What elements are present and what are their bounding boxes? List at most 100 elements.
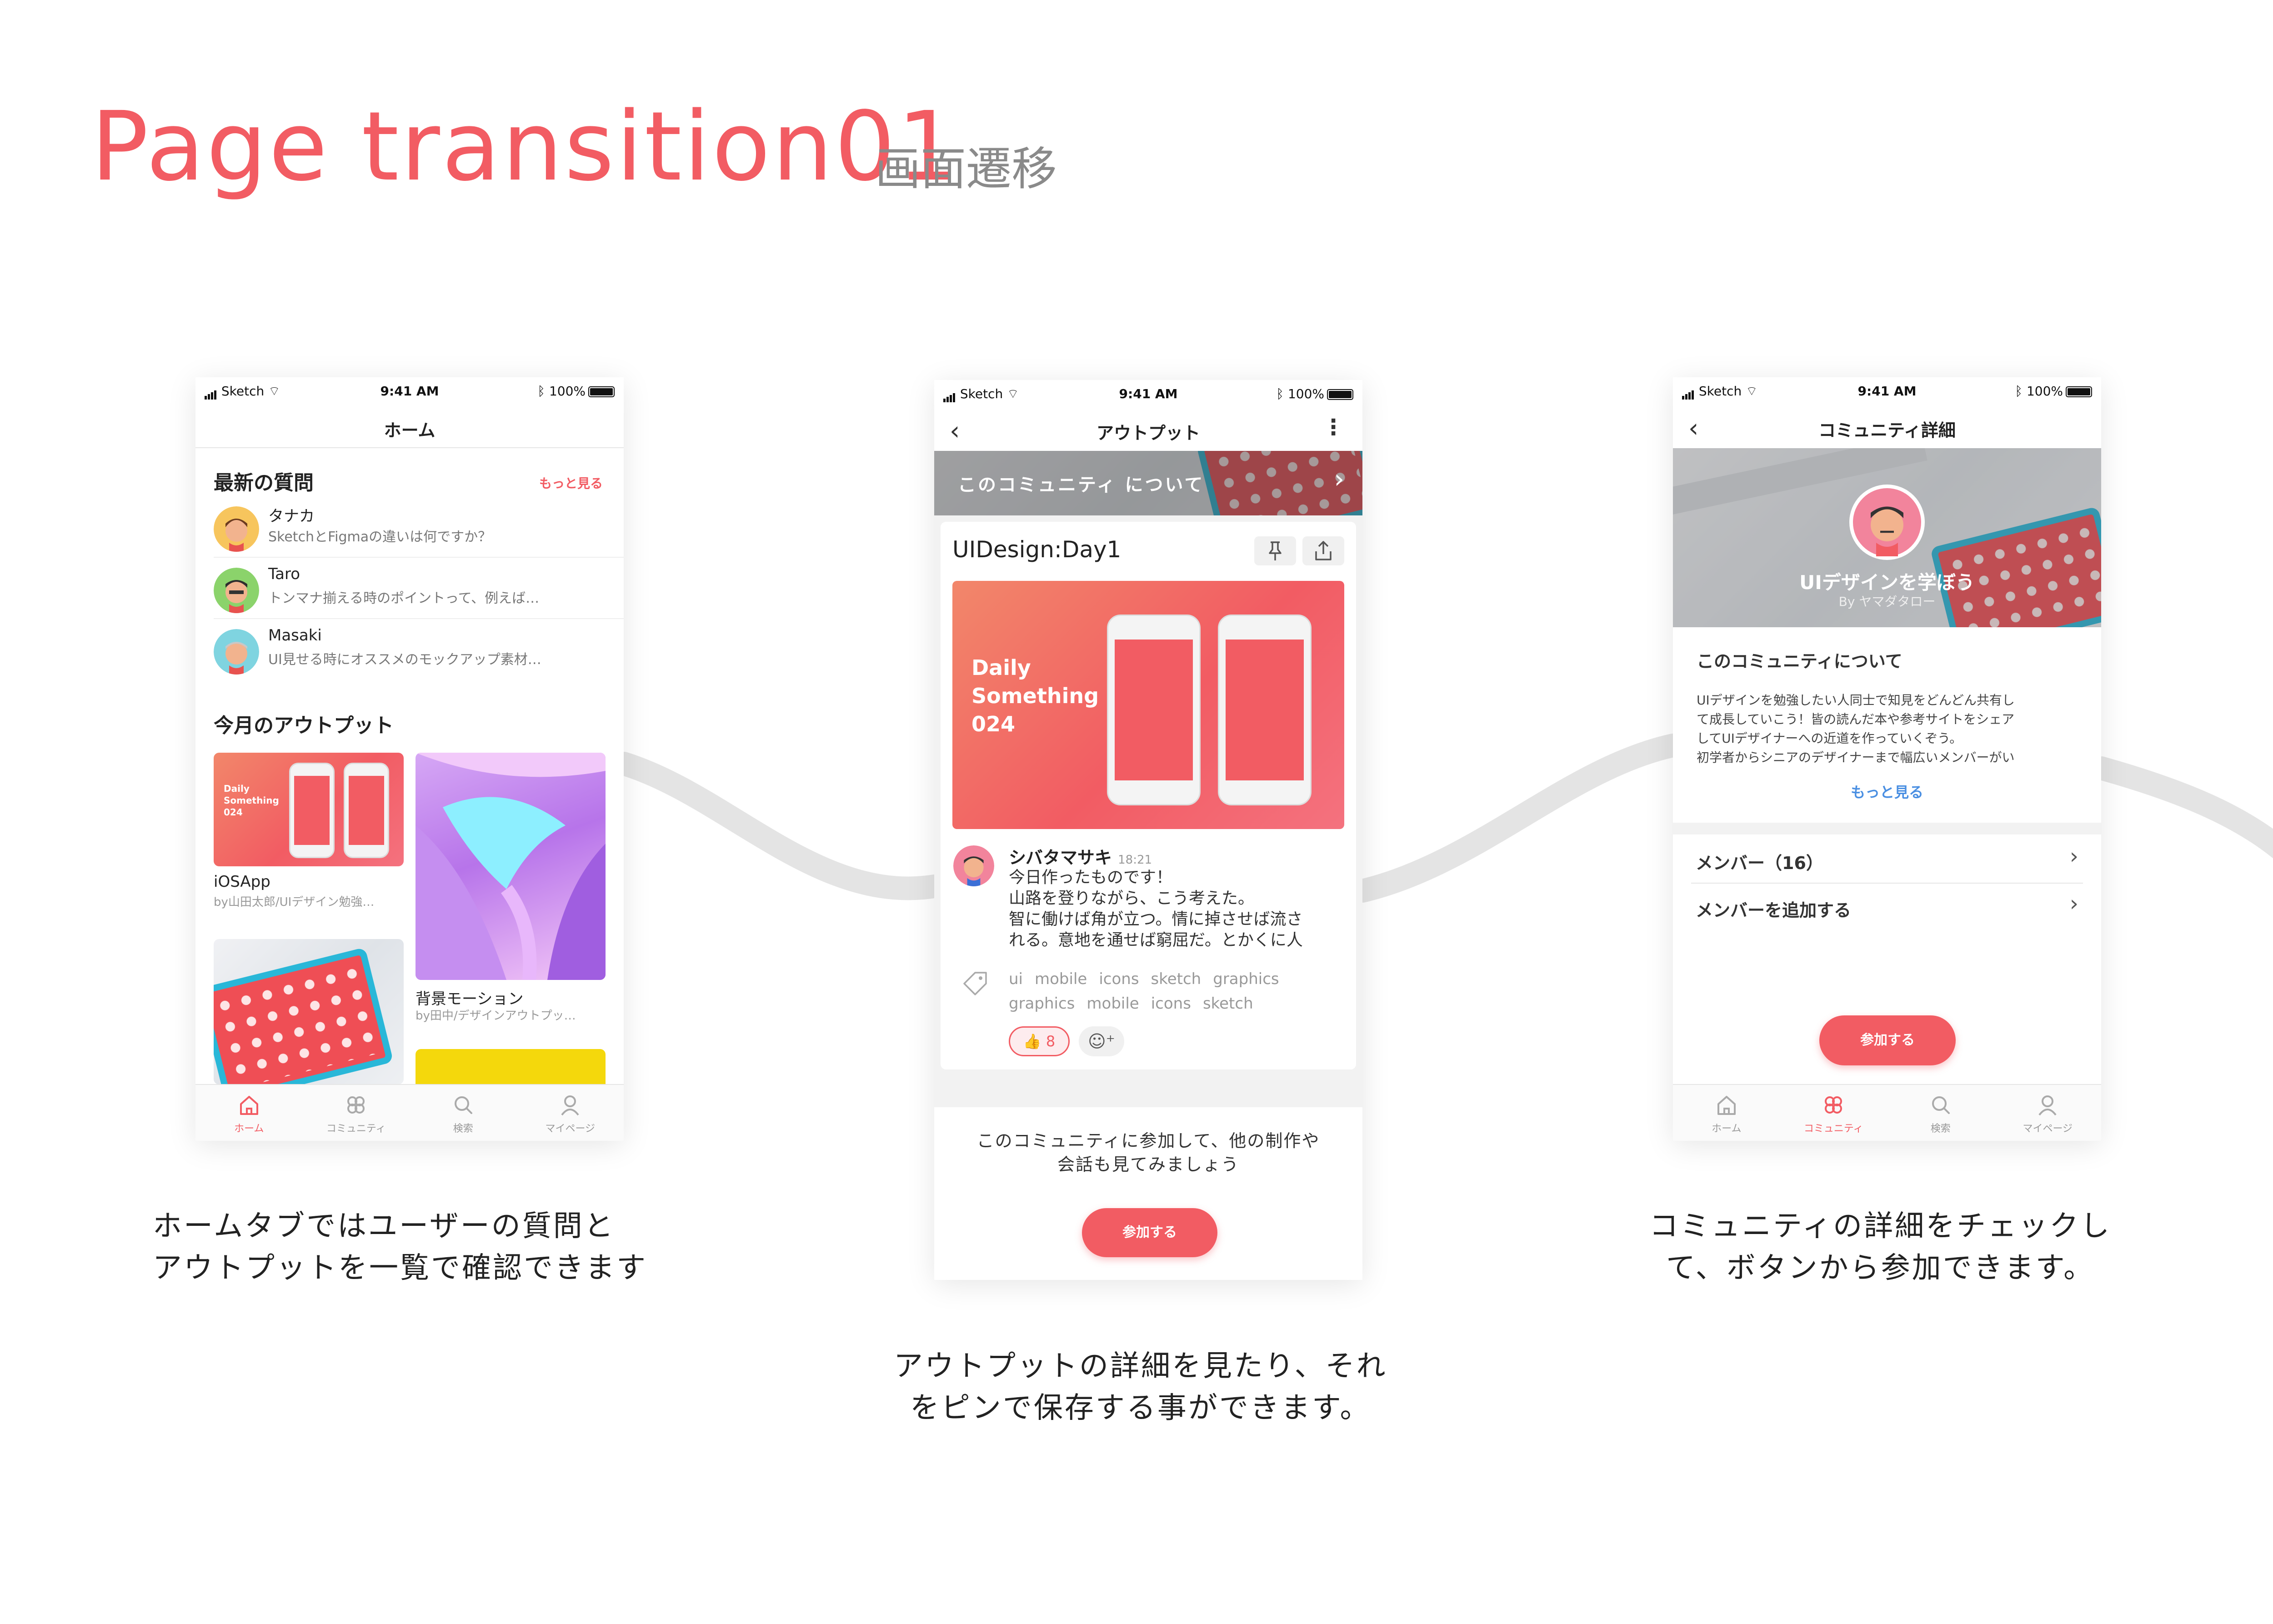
tag[interactable]: icons [1099, 970, 1139, 988]
bluetooth-icon: ᛒ [1276, 386, 1284, 401]
page-title: Page transition01 [91, 91, 960, 202]
phone-mockup [289, 763, 335, 858]
question-author: Taro [268, 565, 300, 583]
community-owner: By ヤマダタロー [1838, 594, 1936, 609]
bluetooth-icon: ᛒ [2015, 384, 2023, 399]
output-card[interactable] [214, 939, 404, 1084]
output-title: iOSApp [214, 873, 270, 891]
community-icon [347, 1096, 365, 1114]
question-author: Masaki [268, 626, 322, 645]
question-author: タナカ [268, 507, 315, 525]
phone-mockup [344, 763, 389, 858]
join-button[interactable]: 参加する [1082, 1208, 1217, 1257]
about-more-link[interactable]: もっと見る [1673, 781, 2101, 802]
nav-title: アウトプット [1096, 423, 1200, 443]
tag[interactable]: sketch [1151, 970, 1202, 988]
questions-title: 最新の質問 [214, 471, 314, 495]
join-button[interactable]: 参加する [1819, 1015, 1956, 1065]
tab-search[interactable]: 検索 [410, 1085, 517, 1141]
battery-icon [2066, 386, 2092, 397]
tag[interactable]: graphics [1009, 994, 1075, 1013]
post-card: UIDesign:Day1 Daily Something 024 シバタマサキ… [941, 522, 1356, 1069]
community-icon [1825, 1096, 1842, 1114]
tab-home[interactable]: ホーム [195, 1085, 303, 1141]
question-text: トンマナ揃える時のポイントって、例えば… [268, 590, 540, 606]
phone-mockup [1107, 615, 1201, 805]
status-bar: Sketch ⌔ 9:41 AM ᛒ 100% [934, 380, 1362, 405]
tab-mypage[interactable]: マイページ [517, 1085, 624, 1141]
thumbs-up-icon: 👍 [1023, 1033, 1041, 1050]
nav-bar: ‹ コミュニティ詳細 [1673, 403, 2101, 448]
community-header: UIデザインを学ぼう By ヤマダタロー [1673, 448, 2101, 627]
status-bar: Sketch ⌔ 9:41 AM ᛒ 100% [195, 377, 624, 403]
tab-bar: ホーム コミュニティ 検索 マイページ [195, 1084, 624, 1141]
phone-mockup [1218, 615, 1312, 805]
tag[interactable]: icons [1151, 994, 1191, 1013]
caption-home: ホームタブではユーザーの質問と アウトプットを一覧で確認できます [153, 1209, 647, 1285]
more-vertical-icon[interactable]: ⋮ [1322, 415, 1344, 440]
community-avatar [1849, 485, 1925, 560]
output-sub: by田中/デザインアウトプッ… [416, 1009, 576, 1023]
question-item[interactable]: タナカ SketchとFigmaの違いは何ですか？ [214, 496, 624, 558]
avatar [214, 506, 259, 552]
join-text: このコミュニティに参加して、他の制作や 会話も見てみましょう [976, 1131, 1320, 1174]
output-sub: by山田太郎/UIデザイン勉強… [214, 895, 375, 909]
output-card[interactable] [416, 753, 606, 980]
tablet-photo [214, 947, 394, 1084]
community-banner[interactable]: このコミュニティ について › [934, 451, 1362, 515]
tab-community[interactable]: コミュニティ [303, 1085, 410, 1141]
question-text: UI見せる時にオススメのモックアップ素材… [268, 652, 541, 668]
add-emoji-icon: ☺⁺ [1088, 1031, 1115, 1051]
search-icon [454, 1096, 472, 1114]
share-button[interactable] [1302, 536, 1344, 565]
status-bar: Sketch ⌔ 9:41 AM ᛒ 100% [1673, 377, 2101, 403]
tab-community[interactable]: コミュニティ [1780, 1085, 1887, 1141]
post-author: シバタマサキ [1009, 848, 1112, 868]
caption-output: アウトプットの詳細を見たり、それ をピンで保存する事ができます。 [894, 1349, 1387, 1425]
output-screen: Sketch ⌔ 9:41 AM ᛒ 100% ‹ アウトプット ⋮ このコミュ… [934, 380, 1362, 1280]
tag[interactable]: ui [1009, 970, 1023, 988]
like-button[interactable]: 👍 8 [1009, 1026, 1070, 1056]
tag[interactable]: mobile [1086, 994, 1139, 1013]
banner-text: このコミュニティ について [958, 475, 1205, 495]
questions-more-link[interactable]: もっと見る [539, 474, 603, 492]
post-title: UIDesign:Day1 [952, 536, 1121, 563]
battery-icon [588, 386, 615, 397]
chevron-right-icon: › [2069, 844, 2078, 869]
tag[interactable]: mobile [1035, 970, 1087, 988]
avatar [214, 568, 259, 613]
search-icon [1932, 1096, 1950, 1114]
join-panel: このコミュニティに参加して、他の制作や 会話も見てみましょう 参加する [934, 1107, 1362, 1280]
question-item[interactable]: Masaki UI見せる時にオススメのモックアップ素材… [214, 619, 624, 680]
tab-search[interactable]: 検索 [1887, 1085, 1994, 1141]
tag[interactable]: graphics [1213, 970, 1279, 988]
output-card[interactable]: Daily Something 024 [214, 753, 404, 866]
add-member-row[interactable]: メンバーを追加する › [1691, 884, 2083, 934]
members-row[interactable]: メンバー（16） › [1691, 834, 2083, 884]
outputs-title: 今月のアウトプット [214, 714, 394, 737]
pin-icon [1269, 541, 1282, 560]
members-label: メンバー（16） [1696, 853, 1823, 873]
tab-mypage[interactable]: マイページ [1994, 1085, 2102, 1141]
pin-button[interactable] [1254, 536, 1296, 565]
tag-icon [963, 972, 987, 995]
community-name: UIデザインを学ぼう [1799, 571, 1975, 594]
post-hero-image: Daily Something 024 [952, 581, 1344, 829]
user-icon [2038, 1095, 2057, 1116]
add-member-label: メンバーを追加する [1696, 900, 1852, 920]
tab-home[interactable]: ホーム [1673, 1085, 1780, 1141]
output-title: 背景モーション [416, 990, 524, 1008]
home-screen: Sketch ⌔ 9:41 AM ᛒ 100% ホーム 最新の質問 もっと見る … [195, 377, 624, 1141]
community-screen: Sketch ⌔ 9:41 AM ᛒ 100% ‹ コミュニティ詳細 UIデザイ… [1673, 377, 2101, 1141]
tab-bar: ホーム コミュニティ 検索 マイページ [1673, 1084, 2101, 1141]
tag[interactable]: sketch [1203, 994, 1253, 1013]
add-reaction-button[interactable]: ☺⁺ [1079, 1026, 1124, 1056]
question-list: タナカ SketchとFigmaの違いは何ですか？ Taro トンマナ揃える時の… [195, 496, 624, 680]
tag-list: graphics mobile icons sketch [1009, 994, 1265, 1013]
nav-title: ホーム [384, 420, 436, 440]
question-item[interactable]: Taro トンマナ揃える時のポイントって、例えば… [214, 558, 624, 619]
avatar [953, 845, 994, 886]
caption-community: コミュニティの詳細をチェックし て、ボタンから参加できます。 [1649, 1209, 2112, 1285]
tag-list: ui mobile icons sketch graphics [1009, 970, 1291, 988]
post-body: 今日作ったものです！ 山路を登りながら、こう考えた。 智に働けば角が立つ。情に掉… [1009, 868, 1303, 949]
